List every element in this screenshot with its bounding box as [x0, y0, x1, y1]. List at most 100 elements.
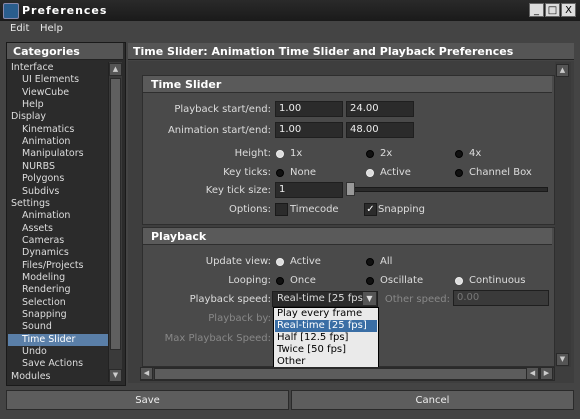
animation-start-field[interactable]: 1.00: [275, 122, 343, 138]
looping-once-label: Once: [290, 275, 316, 286]
update-all-radio[interactable]: [366, 258, 374, 266]
close-button[interactable]: X: [561, 3, 576, 17]
looping-oscillate-radio[interactable]: [366, 277, 374, 285]
looping-continuous-label: Continuous: [469, 275, 526, 286]
keyticks-channelbox-label: Channel Box: [469, 167, 532, 178]
category-item[interactable]: Undo: [8, 346, 108, 358]
horizontal-scroll-thumb[interactable]: [154, 368, 540, 380]
panel-vertical-scrollbar[interactable]: [555, 62, 571, 367]
scroll-up-icon[interactable]: ▲: [556, 64, 569, 77]
category-item[interactable]: Dynamics: [8, 247, 108, 259]
maximize-button[interactable]: □: [545, 3, 560, 17]
playback-end-field[interactable]: 24.00: [346, 101, 414, 117]
category-item[interactable]: Save Actions: [8, 358, 108, 370]
category-item[interactable]: Assets: [8, 223, 108, 235]
other-speed-label: Other speed:: [384, 294, 450, 305]
category-item[interactable]: Selection: [8, 297, 108, 309]
playback-by-label: Playback by:: [208, 313, 271, 324]
keyticks-none-label: None: [290, 167, 317, 178]
chevron-down-icon[interactable]: ▼: [363, 292, 376, 305]
category-item[interactable]: Manipulators: [8, 148, 108, 160]
key-tick-size-slider-handle[interactable]: [346, 182, 355, 196]
playback-speed-label: Playback speed:: [189, 294, 271, 305]
scroll-right-icon[interactable]: ▶: [540, 367, 553, 380]
options-label: Options:: [229, 204, 271, 215]
height-4x-radio[interactable]: [455, 150, 463, 158]
animation-range-label: Animation start/end:: [167, 125, 271, 136]
height-1x-radio[interactable]: [276, 150, 284, 158]
menu-item-half[interactable]: Half [12.5 fps]: [275, 332, 377, 344]
category-item[interactable]: Sound: [8, 321, 108, 333]
category-item[interactable]: Snapping: [8, 309, 108, 321]
time-slider-header[interactable]: Time Slider: [143, 76, 552, 93]
category-item[interactable]: Kinematics: [8, 124, 108, 136]
categories-header: Categories: [7, 43, 123, 60]
height-2x-radio[interactable]: [366, 150, 374, 158]
other-speed-field[interactable]: 0.00: [453, 290, 549, 306]
timecode-label: Timecode: [290, 204, 339, 215]
scroll-left-icon[interactable]: ◀: [526, 367, 539, 380]
height-2x-label: 2x: [380, 148, 393, 159]
menu-item-play-every-frame[interactable]: Play every frame: [275, 308, 377, 320]
keyticks-active-radio[interactable]: [366, 169, 374, 177]
category-item[interactable]: Cameras: [8, 235, 108, 247]
category-item[interactable]: NURBS: [8, 161, 108, 173]
category-item[interactable]: Rendering: [8, 284, 108, 296]
category-item[interactable]: Help: [8, 99, 108, 111]
menu-item-realtime[interactable]: Real-time [25 fps]: [275, 320, 377, 332]
looping-once-radio[interactable]: [276, 277, 284, 285]
category-item[interactable]: Time Slider: [8, 333, 108, 346]
scroll-down-icon[interactable]: ▼: [109, 369, 122, 382]
category-item[interactable]: UI Elements: [8, 74, 108, 86]
animation-end-field[interactable]: 48.00: [346, 122, 414, 138]
playback-range-label: Playback start/end:: [174, 104, 271, 115]
category-item[interactable]: Interface: [8, 62, 108, 74]
looping-label: Looping:: [228, 275, 271, 286]
categories-scroll-thumb[interactable]: [110, 78, 121, 350]
timecode-checkbox[interactable]: [275, 203, 288, 216]
max-playback-speed-label: Max Playback Speed:: [164, 333, 271, 344]
looping-continuous-radio[interactable]: [455, 277, 463, 285]
playback-header[interactable]: Playback: [143, 228, 552, 245]
category-item[interactable]: Animation: [8, 136, 108, 148]
menu-item-twice[interactable]: Twice [50 fps]: [275, 344, 377, 356]
update-active-radio[interactable]: [276, 258, 284, 266]
category-item[interactable]: Modeling: [8, 272, 108, 284]
height-label: Height:: [234, 148, 271, 159]
category-item[interactable]: Animation: [8, 210, 108, 222]
save-button[interactable]: Save: [6, 390, 289, 410]
menu-bar: [0, 21, 580, 38]
panel-title: Time Slider: Animation Time Slider and P…: [128, 43, 574, 60]
looping-oscillate-label: Oscillate: [380, 275, 424, 286]
app-icon: [3, 3, 19, 19]
scroll-left-icon[interactable]: ◀: [140, 367, 153, 380]
menu-edit[interactable]: Edit: [10, 23, 29, 34]
window-title: Preferences: [22, 4, 108, 17]
height-1x-label: 1x: [290, 148, 303, 159]
category-item[interactable]: Polygons: [8, 173, 108, 185]
cancel-button[interactable]: Cancel: [291, 390, 574, 410]
scroll-up-icon[interactable]: ▲: [109, 63, 122, 76]
snapping-checkbox[interactable]: ✓: [364, 203, 377, 216]
playback-speed-value: Real-time [25 fps]: [277, 293, 367, 304]
category-item[interactable]: Settings: [8, 198, 108, 210]
playback-start-field[interactable]: 1.00: [275, 101, 343, 117]
update-all-label: All: [380, 256, 393, 267]
keyticks-none-radio[interactable]: [276, 169, 284, 177]
category-item[interactable]: Files/Projects: [8, 260, 108, 272]
category-item[interactable]: ViewCube: [8, 87, 108, 99]
snapping-label: Snapping: [378, 204, 425, 215]
update-view-label: Update view:: [205, 256, 271, 267]
category-item[interactable]: Display: [8, 111, 108, 123]
keyticks-channelbox-radio[interactable]: [455, 169, 463, 177]
height-4x-label: 4x: [469, 148, 482, 159]
key-tick-size-label: Key tick size:: [205, 185, 271, 196]
category-item[interactable]: Subdivs: [8, 186, 108, 198]
scroll-down-icon[interactable]: ▼: [556, 353, 569, 366]
keyticks-active-label: Active: [380, 167, 411, 178]
minimize-button[interactable]: _: [529, 3, 544, 17]
category-item[interactable]: Modules: [8, 371, 108, 383]
menu-help[interactable]: Help: [40, 23, 63, 34]
key-tick-size-field[interactable]: 1: [275, 182, 343, 198]
key-tick-size-slider[interactable]: [346, 187, 548, 192]
